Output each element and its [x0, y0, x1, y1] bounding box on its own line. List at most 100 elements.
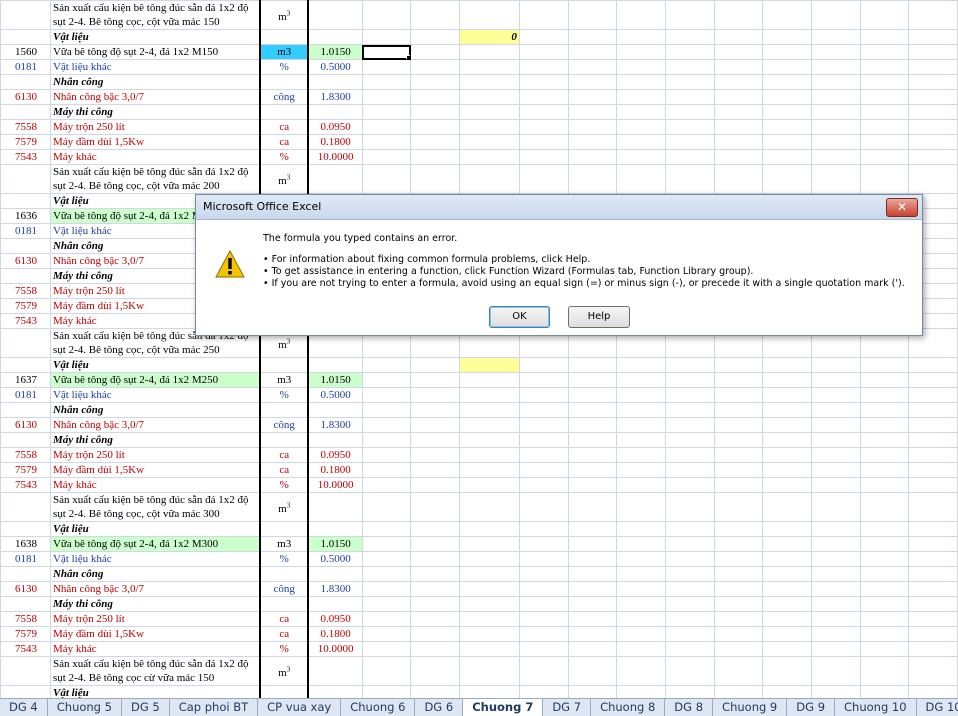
empty-cell[interactable] [664, 521, 715, 537]
empty-cell[interactable] [664, 134, 715, 150]
spreadsheet-grid[interactable]: Sản xuất cấu kiện bê tông đúc sẵn đá 1x2… [0, 0, 958, 698]
empty-cell[interactable] [908, 641, 958, 657]
unit-cell[interactable]: m3 [259, 0, 310, 30]
unit-cell[interactable]: công [259, 581, 310, 597]
empty-cell[interactable] [859, 104, 910, 120]
empty-cell[interactable] [361, 119, 412, 135]
empty-cell[interactable] [713, 536, 764, 552]
unit-cell[interactable] [259, 685, 310, 698]
empty-cell[interactable] [567, 581, 618, 597]
empty-cell[interactable] [459, 492, 520, 522]
description-cell[interactable]: Máy đầm dùi 1,5Kw [49, 462, 261, 478]
empty-cell[interactable] [616, 149, 666, 165]
empty-cell[interactable] [518, 641, 569, 657]
sheet-tab[interactable]: Chuong 7 [463, 699, 544, 716]
empty-cell[interactable] [664, 372, 715, 388]
empty-cell[interactable] [567, 492, 618, 522]
unit-cell[interactable]: ca [259, 462, 310, 478]
empty-cell[interactable] [859, 656, 910, 686]
empty-cell[interactable] [713, 611, 764, 627]
empty-cell[interactable] [410, 685, 461, 698]
empty-cell[interactable] [762, 417, 812, 433]
empty-cell[interactable] [616, 417, 666, 433]
empty-cell[interactable] [616, 462, 666, 478]
empty-cell[interactable] [518, 387, 569, 403]
empty-cell[interactable] [664, 581, 715, 597]
empty-cell[interactable] [859, 626, 910, 642]
empty-cell[interactable] [810, 29, 861, 45]
empty-cell[interactable] [459, 417, 520, 433]
empty-cell[interactable] [410, 447, 461, 463]
unit-cell[interactable] [259, 521, 310, 537]
code-cell[interactable] [0, 566, 51, 582]
empty-cell[interactable] [518, 164, 569, 194]
unit-cell[interactable] [259, 402, 310, 418]
empty-cell[interactable] [810, 447, 861, 463]
empty-cell[interactable] [713, 119, 764, 135]
code-cell[interactable]: 7579 [0, 462, 51, 478]
description-cell[interactable]: Nhân công bậc 3,0/7 [49, 581, 261, 597]
unit-cell[interactable]: m3 [259, 536, 310, 552]
empty-cell[interactable] [762, 566, 812, 582]
code-cell[interactable]: 7543 [0, 313, 51, 329]
empty-cell[interactable] [361, 29, 412, 45]
empty-cell[interactable] [664, 44, 715, 60]
code-cell[interactable]: 7558 [0, 283, 51, 299]
empty-cell[interactable] [410, 357, 461, 373]
empty-cell[interactable] [859, 492, 910, 522]
empty-cell[interactable] [518, 402, 569, 418]
empty-cell[interactable] [410, 477, 461, 493]
unit-cell[interactable]: công [259, 89, 310, 105]
empty-cell[interactable] [459, 581, 520, 597]
help-button[interactable]: Help [568, 306, 630, 328]
empty-cell[interactable] [616, 477, 666, 493]
quantity-cell[interactable] [307, 596, 363, 612]
quantity-cell[interactable] [307, 164, 363, 194]
unit-cell[interactable]: m3 [259, 44, 310, 60]
empty-cell[interactable] [859, 387, 910, 403]
unit-cell[interactable]: m3 [259, 372, 310, 388]
empty-cell[interactable] [762, 44, 812, 60]
empty-cell[interactable] [616, 119, 666, 135]
empty-cell[interactable] [361, 134, 412, 150]
empty-cell[interactable] [908, 119, 958, 135]
empty-cell[interactable] [361, 641, 412, 657]
unit-cell[interactable]: ca [259, 626, 310, 642]
code-cell[interactable] [0, 238, 51, 254]
code-cell[interactable] [0, 521, 51, 537]
empty-cell[interactable] [459, 656, 520, 686]
empty-cell[interactable] [664, 492, 715, 522]
code-cell[interactable]: 1636 [0, 208, 51, 224]
unit-cell[interactable]: % [259, 551, 310, 567]
empty-cell[interactable] [762, 119, 812, 135]
empty-cell[interactable] [713, 417, 764, 433]
code-cell[interactable] [0, 74, 51, 90]
empty-cell[interactable] [410, 551, 461, 567]
empty-cell[interactable] [459, 447, 520, 463]
empty-cell[interactable] [518, 536, 569, 552]
empty-cell[interactable] [459, 626, 520, 642]
empty-cell[interactable] [616, 611, 666, 627]
close-button[interactable]: ✕ [886, 198, 918, 217]
code-cell[interactable]: 1560 [0, 44, 51, 60]
empty-cell[interactable] [361, 164, 412, 194]
empty-cell[interactable] [361, 626, 412, 642]
empty-cell[interactable] [664, 566, 715, 582]
description-cell[interactable]: Sản xuất cấu kiện bê tông đúc sẵn đá 1x2… [49, 0, 261, 30]
code-cell[interactable]: 1637 [0, 372, 51, 388]
empty-cell[interactable] [567, 521, 618, 537]
empty-cell[interactable] [762, 626, 812, 642]
unit-cell[interactable]: ca [259, 119, 310, 135]
empty-cell[interactable] [908, 626, 958, 642]
empty-cell[interactable] [859, 551, 910, 567]
empty-cell[interactable] [616, 566, 666, 582]
empty-cell[interactable] [762, 536, 812, 552]
quantity-cell[interactable]: 0.1800 [307, 626, 363, 642]
empty-cell[interactable] [762, 357, 812, 373]
empty-cell[interactable] [810, 164, 861, 194]
empty-cell[interactable] [664, 164, 715, 194]
empty-cell[interactable] [410, 611, 461, 627]
quantity-cell[interactable]: 0.1800 [307, 134, 363, 150]
quantity-cell[interactable] [307, 402, 363, 418]
empty-cell[interactable] [664, 432, 715, 448]
